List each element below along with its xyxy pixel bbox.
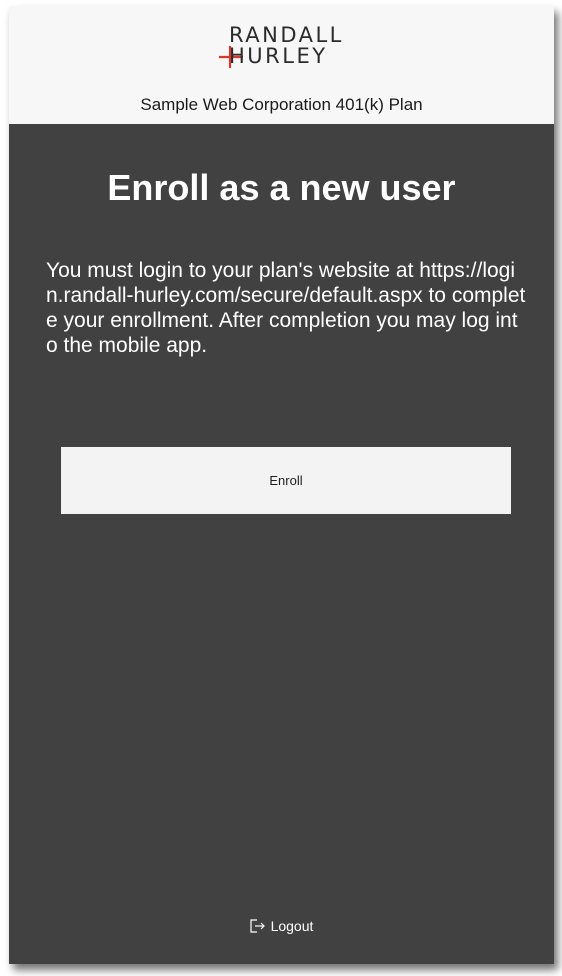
app-screen: RANDALL HURLEY Sample Web Corporation 40…: [9, 6, 554, 964]
logout-icon: [249, 919, 265, 933]
logo-text-line1: RANDALL: [229, 23, 344, 47]
logo-text-line2: HURLEY: [229, 44, 328, 68]
plan-name: Sample Web Corporation 401(k) Plan: [140, 95, 423, 114]
company-logo: RANDALL HURLEY: [219, 24, 359, 72]
logout-label: Logout: [270, 918, 314, 934]
app-header: RANDALL HURLEY Sample Web Corporation 40…: [9, 6, 554, 124]
logout-link[interactable]: Logout: [9, 916, 554, 936]
page-title: Enroll as a new user: [107, 167, 456, 208]
enroll-button[interactable]: Enroll: [61, 447, 511, 514]
enrollment-message: You must login to your plan's website at…: [46, 259, 526, 357]
